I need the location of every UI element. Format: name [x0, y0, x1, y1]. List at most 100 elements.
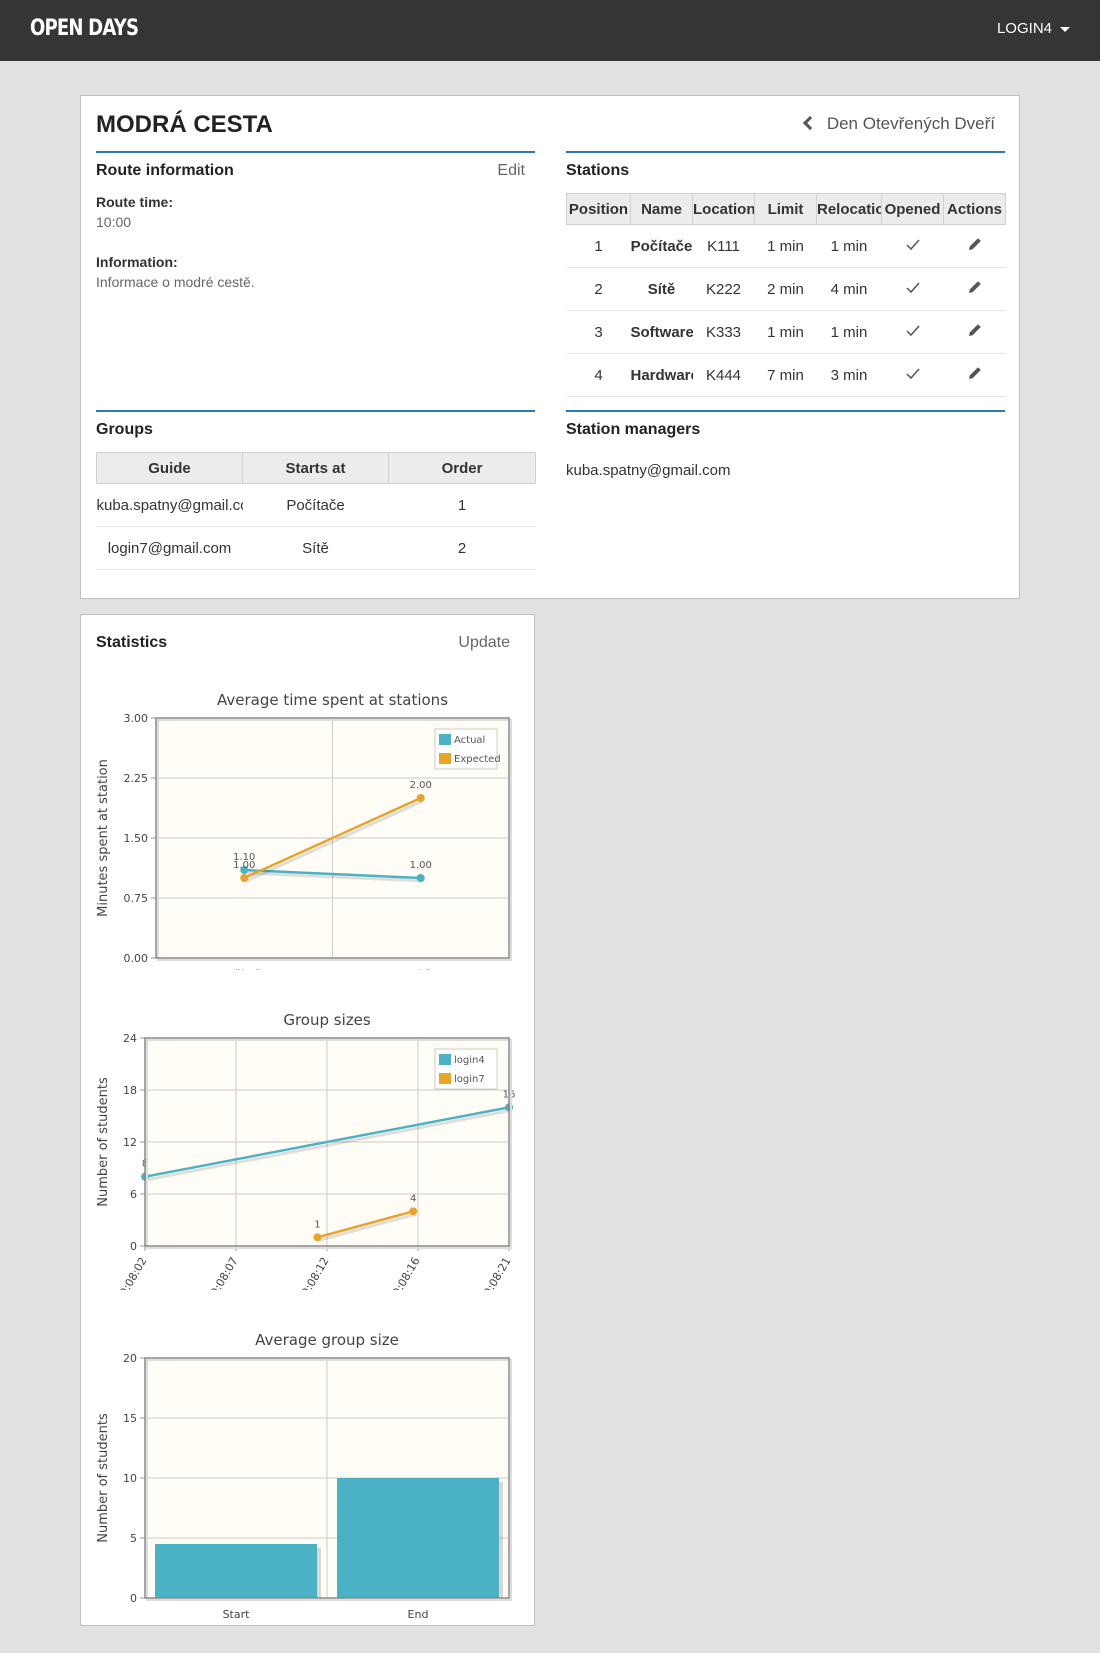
bar — [337, 1478, 499, 1598]
y-axis-label: Number of students — [96, 1077, 111, 1207]
col-opened[interactable]: Opened — [881, 193, 944, 225]
station-name: Software — [630, 310, 693, 354]
back-link-label: Den Otevřených Dveří — [826, 114, 995, 133]
col-guide[interactable]: Guide — [96, 452, 243, 484]
edit-station-button[interactable] — [943, 353, 1006, 397]
data-point — [313, 1233, 322, 1242]
col-starts-at[interactable]: Starts at — [242, 452, 389, 484]
legend-swatch — [439, 734, 451, 745]
x-tick-label: End — [408, 1608, 429, 1620]
y-tick-label: 1.50 — [124, 832, 149, 845]
station-limit: 1 min — [754, 224, 817, 268]
y-tick-label: 12 — [123, 1136, 137, 1149]
x-tick-label: Sítě — [410, 968, 431, 970]
route-panel: MODRÁ CESTA Den Otevřených Dveří Route i… — [80, 95, 1020, 599]
group-starts-at: Sítě — [242, 526, 389, 570]
legend-label: login7 — [454, 1074, 485, 1085]
y-tick-label: 2.25 — [124, 772, 149, 785]
legend-swatch — [439, 1054, 451, 1065]
table-row: 3 Software K333 1 min 1 min — [566, 310, 1006, 354]
group-order: 2 — [388, 526, 536, 570]
information-label: Information: — [96, 254, 178, 270]
x-tick-label: 10:08:12 — [296, 1255, 332, 1290]
legend-label: login4 — [454, 1055, 485, 1066]
group-guide: kuba.spatny@gmail.com — [96, 483, 243, 527]
stations-section: Stations Position Name Location Limit Re… — [566, 151, 1006, 397]
col-relocation[interactable]: Relocation — [816, 193, 882, 225]
y-tick-label: 3.00 — [124, 712, 149, 725]
opened-check-icon — [881, 267, 944, 311]
station-name: Hardware — [630, 353, 693, 397]
groups-table: Guide Starts at Order kuba.spatny@gmail.… — [96, 452, 536, 570]
legend-swatch — [439, 1073, 451, 1084]
group-starts-at: Počítače — [242, 483, 389, 527]
user-name: LOGIN4 — [996, 20, 1052, 37]
update-statistics-button[interactable]: Update — [458, 634, 510, 652]
group-guide: login7@gmail.com — [96, 526, 243, 570]
data-point — [240, 874, 249, 882]
data-label: 1.00 — [410, 860, 432, 871]
table-row: 2 Sítě K222 2 min 4 min — [566, 267, 1006, 311]
col-name[interactable]: Name — [630, 193, 693, 225]
y-tick-label: 0 — [130, 1592, 137, 1605]
pencil-icon — [968, 367, 981, 379]
col-location[interactable]: Location — [692, 193, 755, 225]
opened-check-icon — [881, 310, 944, 354]
chart-avg-time: Average time spent at stations 0.00 0.75 1.… — [96, 691, 512, 970]
edit-station-button[interactable] — [943, 267, 1006, 311]
caret-down-icon — [1060, 26, 1070, 32]
y-tick-label: 10 — [123, 1472, 137, 1485]
station-position: 2 — [566, 267, 631, 311]
station-relocation: 4 min — [816, 267, 882, 311]
y-tick-label: 5 — [130, 1532, 137, 1545]
y-axis-label: Number of students — [96, 1413, 111, 1543]
groups-header-row: Guide Starts at Order — [96, 452, 536, 484]
y-tick-label: 18 — [123, 1084, 137, 1097]
col-limit[interactable]: Limit — [754, 193, 817, 225]
legend-label: Expected — [454, 754, 501, 765]
data-point — [409, 1207, 418, 1216]
data-label: 1 — [314, 1219, 320, 1230]
pencil-icon — [968, 238, 981, 250]
manager-email: kuba.spatny@gmail.com — [566, 462, 731, 479]
data-point — [416, 874, 425, 882]
y-tick-label: 24 — [123, 1032, 137, 1045]
y-tick-label: 0 — [130, 1240, 137, 1253]
station-location: K111 — [692, 224, 755, 268]
station-position: 3 — [566, 310, 631, 354]
back-link[interactable]: Den Otevřených Dveří — [802, 114, 995, 134]
pencil-icon — [968, 281, 981, 293]
stations-header-row: Position Name Location Limit Relocation … — [566, 193, 1006, 225]
managers-section: Station managers kuba.spatny@gmail.com — [566, 410, 1005, 580]
y-tick-label: 6 — [130, 1188, 137, 1201]
legend-swatch — [439, 753, 451, 764]
edit-station-button[interactable] — [943, 310, 1006, 354]
chevron-left-icon — [802, 115, 817, 131]
x-tick-label: Start — [223, 1608, 251, 1620]
chart-avg-group-size: Average group size 0 5 10 15 20 Number of stud… — [96, 1331, 512, 1620]
page-title: MODRÁ CESTA — [96, 111, 273, 138]
bar — [155, 1544, 317, 1598]
station-relocation: 3 min — [816, 353, 882, 397]
opened-check-icon — [881, 224, 944, 268]
route-time-value: 10:00 — [96, 214, 132, 230]
chart-title: Group sizes — [283, 1011, 371, 1029]
user-menu[interactable]: LOGIN4 — [997, 20, 1070, 37]
y-axis-label: Minutes spent at station — [96, 759, 111, 917]
station-limit: 7 min — [754, 353, 817, 397]
edit-route-button[interactable]: Edit — [497, 162, 525, 180]
edit-station-button[interactable] — [943, 224, 1006, 268]
station-location: K333 — [692, 310, 755, 354]
station-location: K444 — [692, 353, 755, 397]
route-info-title: Route information — [96, 162, 234, 179]
col-order[interactable]: Order — [388, 452, 536, 484]
col-position[interactable]: Position — [566, 193, 631, 225]
y-tick-label: 15 — [123, 1412, 137, 1425]
data-point — [416, 794, 425, 802]
station-location: K222 — [692, 267, 755, 311]
table-row: 4 Hardware K444 7 min 3 min — [566, 353, 1006, 397]
x-tick-label: 10:08:07 — [205, 1255, 241, 1290]
y-tick-label: 0.00 — [124, 952, 149, 965]
station-position: 1 — [566, 224, 631, 268]
brand-logo[interactable]: OPEN DAYS — [30, 16, 139, 41]
